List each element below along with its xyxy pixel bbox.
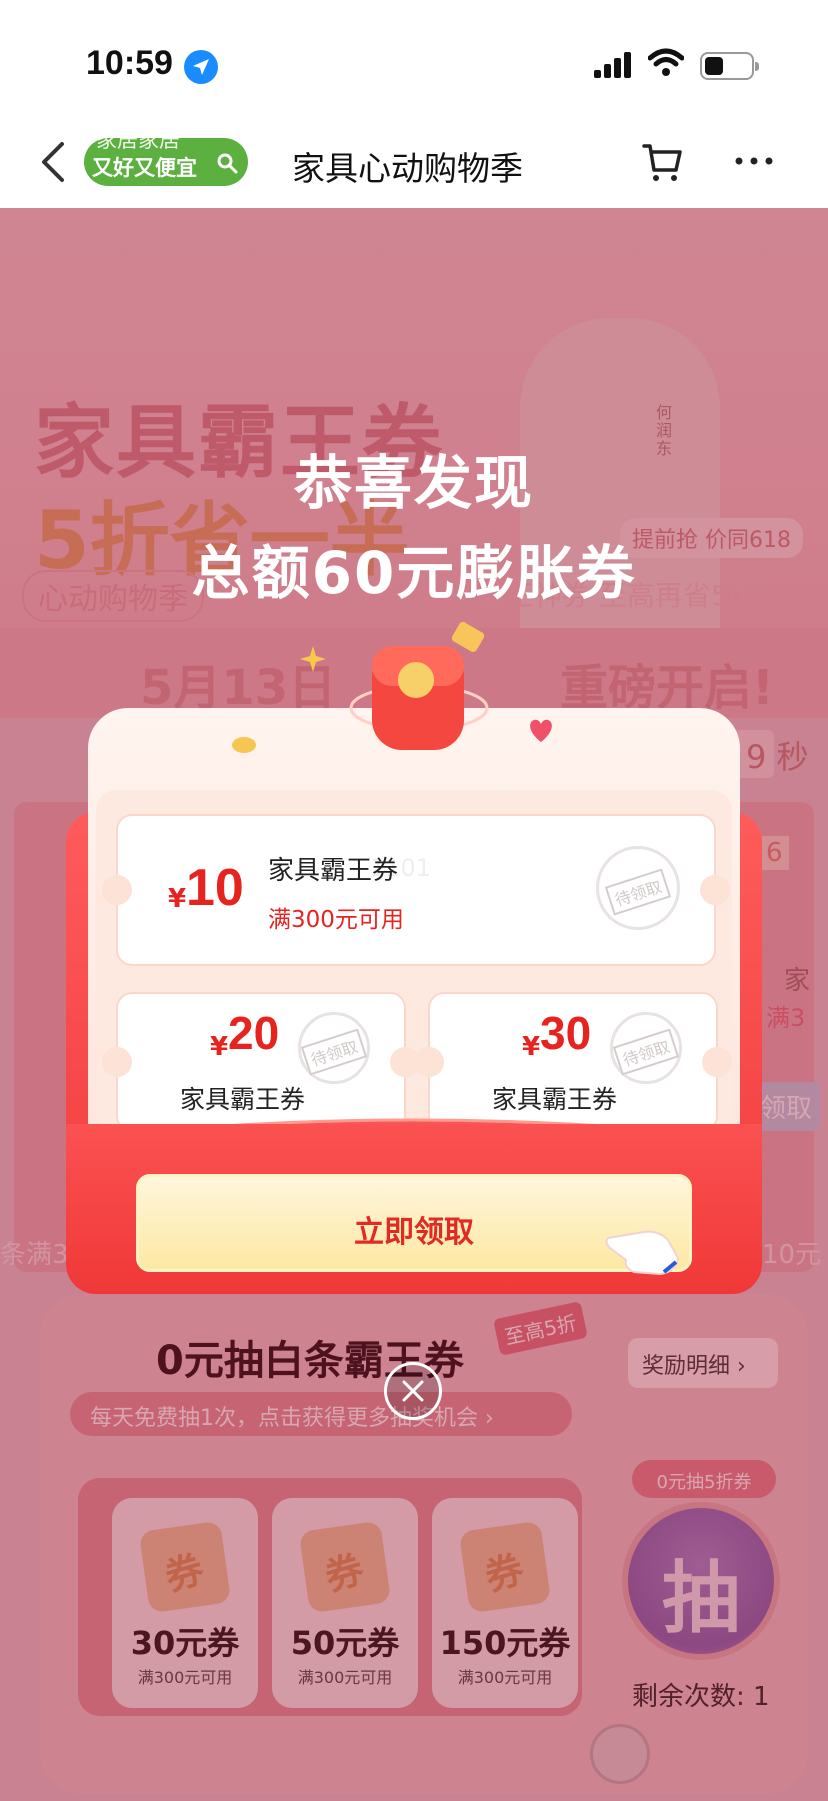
pending-stamp: 待领取 (298, 1012, 370, 1084)
star-icon (300, 646, 326, 672)
signal-icon (594, 52, 631, 78)
status-bar: 10:59 (0, 0, 828, 120)
coupon-name: 家具霸王券 (268, 856, 399, 886)
coupon-condition: 满300元可用 (268, 907, 404, 933)
modal-subheading: 总额60元膨胀券 (191, 539, 637, 607)
hand-pointer-icon (605, 1230, 680, 1276)
coupon-amount: 20 (228, 1007, 280, 1059)
ticket-notch (414, 1047, 444, 1077)
ticket-notch (700, 875, 730, 905)
pending-stamp: 待领取 (596, 846, 680, 930)
page-title: 家具心动购物季 (292, 149, 523, 188)
currency-symbol: ¥ (522, 1032, 541, 1062)
heart-icon (530, 719, 552, 742)
stamp-text: 待领取 (612, 1028, 680, 1076)
more-icon[interactable] (734, 156, 774, 166)
coin-icon (232, 737, 256, 753)
nav-bar: 家居家居 又好又便宜 家具心动购物季 (0, 120, 828, 208)
pending-stamp: 待领取 (610, 1012, 682, 1084)
coupon-amount: 10 (186, 859, 244, 917)
back-icon[interactable] (40, 140, 66, 184)
search-pill[interactable]: 家居家居 又好又便宜 (84, 138, 248, 186)
red-packet-icon (349, 621, 489, 750)
stamp-text: 待领取 (300, 1028, 368, 1076)
search-icon (217, 153, 238, 174)
coupon-amount: 30 (540, 1007, 592, 1059)
close-button[interactable] (384, 1362, 442, 1420)
stamp-text: 待领取 (604, 868, 672, 916)
wifi-icon (648, 48, 684, 76)
cart-icon[interactable] (640, 140, 684, 184)
modal-heading: 恭喜发现 (293, 449, 534, 517)
ticket-notch (702, 1047, 732, 1077)
battery-icon (700, 52, 759, 80)
currency-symbol: ¥ (168, 884, 187, 914)
pill-line2: 又好又便宜 (92, 156, 197, 180)
close-icon (402, 1380, 424, 1402)
ticket-notch (102, 1047, 132, 1077)
ticket-notch (102, 875, 132, 905)
status-time: 10:59 (86, 44, 173, 82)
currency-symbol: ¥ (210, 1032, 229, 1062)
location-arrow-icon (184, 50, 218, 84)
